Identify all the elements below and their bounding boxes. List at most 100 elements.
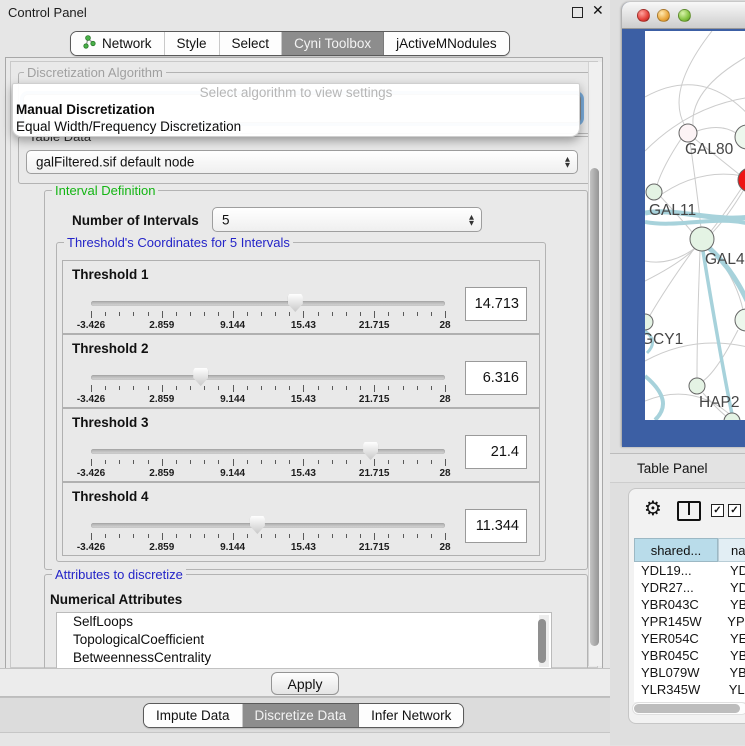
threshold-slider-thumb[interactable] (288, 294, 303, 312)
tab-jactivemnodules[interactable]: jActiveMNodules (384, 32, 509, 55)
threshold-slider-track[interactable] (91, 301, 445, 306)
node-label: GAL80 (685, 141, 734, 158)
network-node[interactable] (645, 314, 653, 330)
threshold-slider-thumb[interactable] (193, 368, 208, 386)
attribute-list-item[interactable]: BetweennessCentrality (57, 649, 551, 667)
attribute-list-item[interactable]: TopologicalCoefficient (57, 631, 551, 649)
network-node[interactable] (735, 125, 745, 149)
table-data-combobox[interactable]: galFiltered.sif default node ▲▼ (26, 150, 578, 174)
tick-label: 21.715 (351, 542, 397, 553)
network-node[interactable] (679, 124, 697, 142)
tab-cyni-toolbox[interactable]: Cyni Toolbox (282, 32, 384, 55)
gear-icon[interactable]: ⚙ (644, 496, 662, 520)
network-node[interactable] (738, 168, 745, 192)
apply-button[interactable]: Apply (271, 672, 339, 695)
column-header-name[interactable]: name (718, 538, 745, 562)
zoom-traffic-light-icon[interactable] (678, 9, 691, 22)
table-panel-title: Table Panel (637, 461, 708, 476)
threshold-slider-thumb[interactable] (250, 516, 265, 534)
tick-label: 28 (422, 468, 468, 479)
table-row[interactable]: YDL19...YDL19... (634, 562, 745, 579)
threshold-slider-track[interactable] (91, 375, 445, 380)
table-cell: YBR043C (634, 596, 718, 613)
tick-mark (289, 312, 290, 316)
bottom-filler (0, 733, 610, 746)
tab-impute-data[interactable]: Impute Data (144, 704, 243, 727)
tab-style[interactable]: Style (165, 32, 220, 55)
tab-infer-network[interactable]: Infer Network (359, 704, 463, 727)
tab-select[interactable]: Select (220, 32, 283, 55)
threshold-slider-track[interactable] (91, 523, 445, 528)
float-window-icon[interactable] (572, 7, 583, 18)
table-row[interactable]: YLR345WYLR345W (634, 681, 745, 698)
tick-mark (133, 386, 134, 390)
panel-scrollbar-thumb[interactable] (590, 168, 599, 646)
table-row[interactable]: YBR043CYBR043C (634, 596, 745, 613)
table-rows: YDL19...YDL19...YDR27...YDR27...YBR043CY… (634, 562, 745, 702)
tick-mark (346, 534, 347, 538)
network-canvas[interactable]: GAL80GCGAL11GAL4GCY1HHAP2 (645, 31, 745, 420)
tick-mark (332, 534, 333, 538)
tick-mark (332, 460, 333, 464)
tick-mark (360, 460, 361, 464)
tick-label: -3.426 (68, 394, 114, 405)
dropdown-option[interactable]: Equal Width/Frequency Discretization (13, 118, 579, 135)
checkbox-icon[interactable]: ✓ (728, 504, 741, 517)
cyni-bottom-tabbar: Impute Data Discretize Data Infer Network (143, 703, 464, 728)
scrollbar-thumb[interactable] (538, 619, 546, 663)
tab-discretize-data[interactable]: Discretize Data (243, 704, 360, 727)
threshold-value-field[interactable]: 14.713 (465, 287, 527, 321)
network-node[interactable] (724, 413, 740, 420)
threshold-value-field[interactable]: 6.316 (465, 361, 527, 395)
tick-mark (190, 534, 191, 538)
table-row[interactable]: YBL079WYBL079W (634, 664, 745, 681)
dropdown-options: Manual DiscretizationEqual Width/Frequen… (13, 101, 579, 135)
node-label: GAL4 (705, 251, 745, 268)
tick-mark (417, 460, 418, 464)
network-node[interactable] (735, 309, 745, 331)
threshold-slider-thumb[interactable] (363, 442, 378, 460)
threshold-value-field[interactable]: 21.4 (465, 435, 527, 469)
threshold-value-field[interactable]: 11.344 (465, 509, 527, 543)
tick-mark (275, 386, 276, 390)
columns-icon[interactable] (677, 501, 701, 521)
network-node[interactable] (646, 184, 662, 200)
table-row[interactable]: YBR045CYBR045C (634, 647, 745, 664)
tick-label: 15.43 (280, 468, 326, 479)
tick-mark (403, 312, 404, 316)
network-node[interactable] (690, 227, 714, 251)
tick-mark (360, 534, 361, 538)
tick-mark (275, 460, 276, 464)
tick-mark (303, 533, 304, 540)
threshold-slider-track[interactable] (91, 449, 445, 454)
table-row[interactable]: YDR27...YDR27... (634, 579, 745, 596)
tick-mark (218, 460, 219, 464)
network-window-titlebar[interactable] (622, 2, 745, 29)
table-row[interactable]: YPR145WYPR145W (634, 613, 745, 630)
minimize-traffic-light-icon[interactable] (657, 9, 670, 22)
dropdown-option[interactable]: Manual Discretization (13, 101, 579, 118)
tick-mark (162, 385, 163, 392)
close-icon[interactable]: ✕ (592, 3, 604, 19)
tick-mark (148, 534, 149, 538)
tab-label: Discretize Data (255, 708, 347, 723)
tick-mark (289, 460, 290, 464)
num-intervals-label: Number of Intervals (72, 213, 199, 228)
attribute-list-item[interactable]: SelfLoops (57, 613, 551, 631)
tick-mark (417, 386, 418, 390)
table-row[interactable]: YER054CYER054C (634, 630, 745, 647)
num-intervals-combobox[interactable]: 5 ▲▼ (212, 207, 482, 232)
tick-mark (303, 311, 304, 318)
table-hscrollbar-thumb[interactable] (634, 704, 740, 713)
checkbox-icon[interactable]: ✓ (711, 504, 724, 517)
network-node[interactable] (689, 378, 705, 394)
tick-mark (374, 459, 375, 466)
attributes-list-scrollbar[interactable] (539, 615, 549, 667)
table-cell: YDR27... (634, 579, 718, 596)
close-traffic-light-icon[interactable] (637, 9, 650, 22)
tick-mark (346, 386, 347, 390)
tab-network[interactable]: Network (71, 32, 165, 55)
column-header-shared-name[interactable]: shared... (634, 538, 718, 562)
tick-mark (119, 534, 120, 538)
table-cell: YLR345W (717, 681, 745, 698)
